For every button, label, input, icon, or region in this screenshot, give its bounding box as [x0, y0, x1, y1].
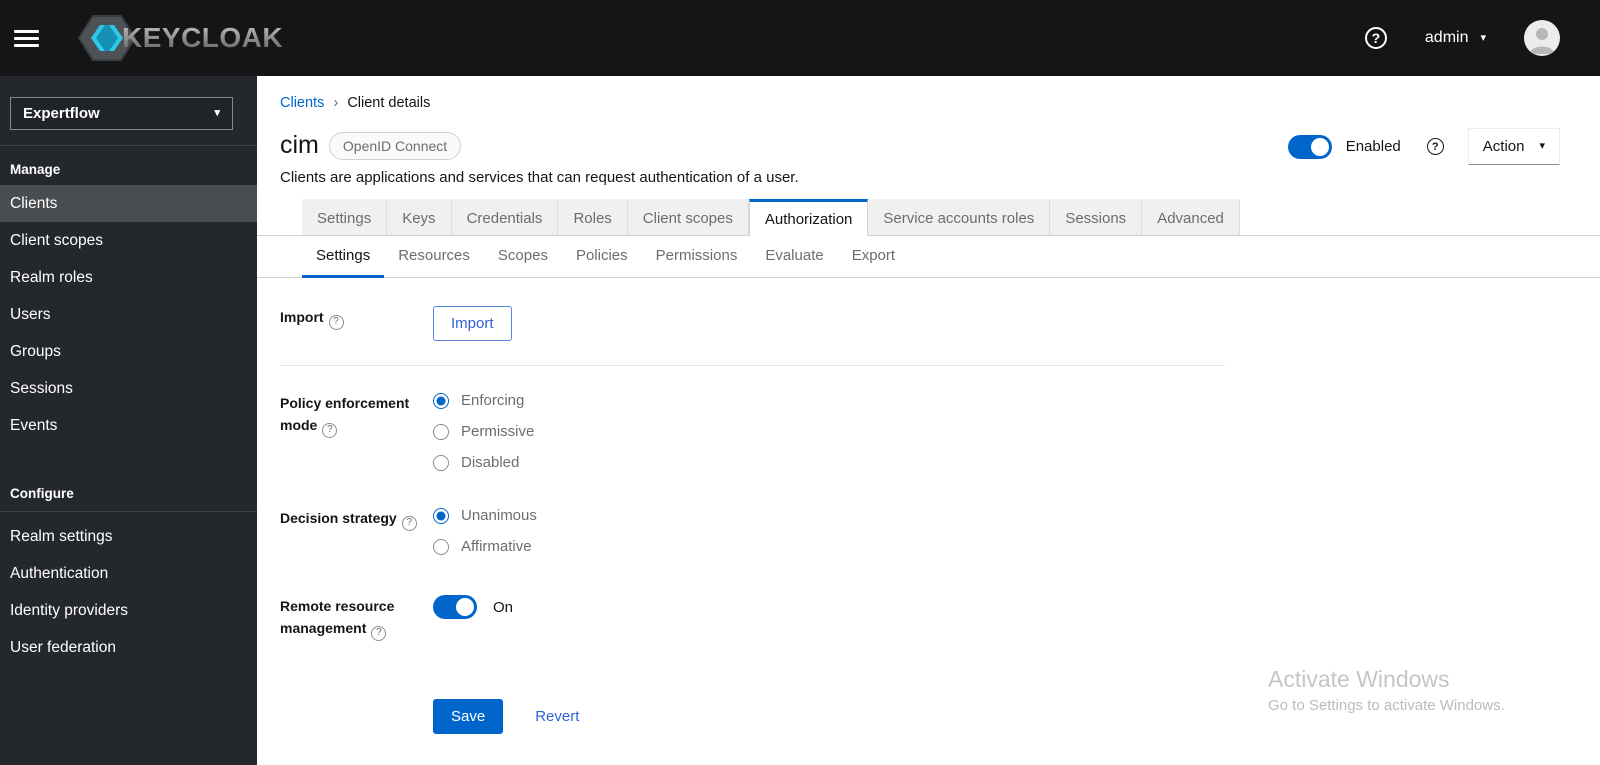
enabled-toggle[interactable] — [1287, 134, 1332, 159]
page-title: cim — [280, 131, 319, 159]
sidebar-section-manage: Manage — [10, 162, 61, 177]
sidebar-item-authentication[interactable]: Authentication — [0, 555, 257, 592]
policy-enforcement-mode-label: Policy enforcement mode? — [280, 392, 433, 471]
page-description: Clients are applications and services th… — [280, 169, 799, 186]
hamburger-menu-icon[interactable] — [14, 18, 54, 58]
import-row: Import? Import — [280, 306, 1225, 341]
tab-client-scopes[interactable]: Client scopes — [627, 199, 749, 235]
breadcrumb-current: Client details — [347, 94, 431, 111]
radio-affirmative[interactable]: Affirmative — [433, 538, 1225, 555]
import-button[interactable]: Import — [433, 306, 512, 341]
remote-resource-help-icon[interactable]: ? — [371, 625, 387, 641]
breadcrumb-clients-link[interactable]: Clients — [280, 95, 324, 111]
tab-sessions[interactable]: Sessions — [1050, 199, 1143, 235]
subtab-resources[interactable]: Resources — [384, 236, 484, 278]
tab-authorization[interactable]: Authorization — [748, 199, 869, 236]
enabled-label: Enabled — [1345, 138, 1401, 155]
subtab-policies[interactable]: Policies — [562, 236, 642, 278]
remote-resource-management-label: Remote resource management? — [280, 595, 433, 641]
action-dropdown[interactable]: Action ▾ — [1467, 128, 1560, 165]
tab-credentials[interactable]: Credentials — [451, 199, 559, 235]
decision-strategy-row: Decision strategy? Unanimous Affirmative — [280, 507, 1225, 555]
tab-service-accounts-roles[interactable]: Service accounts roles — [868, 199, 1051, 235]
save-button[interactable]: Save — [433, 698, 504, 734]
radio-button-icon — [433, 507, 449, 524]
realm-selector[interactable]: Expertflow ▾ — [10, 97, 233, 130]
avatar[interactable] — [1524, 20, 1560, 56]
sidebar-item-user-federation[interactable]: User federation — [0, 629, 257, 666]
subtab-evaluate[interactable]: Evaluate — [751, 236, 837, 278]
decision-strategy-label: Decision strategy? — [280, 507, 433, 555]
radio-enforcing[interactable]: Enforcing — [433, 392, 1225, 409]
tab-settings[interactable]: Settings — [302, 199, 388, 235]
form-divider — [280, 365, 1225, 366]
decision-strategy-help-icon[interactable]: ? — [401, 515, 417, 531]
tab-roles[interactable]: Roles — [558, 199, 628, 235]
form-actions: Save Revert — [280, 698, 1225, 734]
radio-button-icon — [433, 392, 449, 409]
import-help-icon[interactable]: ? — [328, 314, 344, 330]
authorization-settings-form: Import? Import Policy enforcement mode? … — [280, 306, 1225, 734]
main-content: Clients › Client details cim OpenID Conn… — [257, 76, 1600, 765]
subtab-scopes[interactable]: Scopes — [484, 236, 562, 278]
subtab-settings[interactable]: Settings — [302, 236, 385, 278]
person-icon — [1530, 28, 1554, 54]
revert-button[interactable]: Revert — [535, 708, 579, 725]
windows-activation-watermark: Activate Windows Go to Settings to activ… — [1268, 666, 1505, 714]
sidebar-item-client-scopes[interactable]: Client scopes — [0, 222, 257, 259]
remote-resource-management-row: Remote resource management? On — [280, 595, 1225, 641]
radio-button-icon — [433, 454, 449, 471]
breadcrumb: Clients › Client details — [257, 76, 1600, 111]
header-actions: Enabled ? Action ▾ — [1287, 128, 1560, 165]
chevron-down-icon: ▾ — [214, 107, 220, 119]
sidebar-item-realm-roles[interactable]: Realm roles — [0, 259, 257, 296]
brand-text: KEYCLOAK — [122, 22, 284, 53]
client-tabs: Settings Keys Credentials Roles Client s… — [257, 199, 1600, 236]
chevron-down-icon: ▾ — [1480, 31, 1486, 44]
import-label: Import? — [280, 306, 433, 341]
sidebar-item-clients[interactable]: Clients — [0, 185, 257, 222]
keycloak-logo: KEYCLOAK — [78, 12, 283, 64]
remote-resource-toggle[interactable] — [433, 595, 477, 619]
authorization-subtabs: Settings Resources Scopes Policies Permi… — [257, 236, 1600, 278]
user-menu[interactable]: admin ▾ — [1425, 29, 1486, 47]
sidebar-item-realm-settings[interactable]: Realm settings — [0, 518, 257, 555]
subtab-export[interactable]: Export — [838, 236, 909, 278]
chevron-down-icon: ▾ — [1539, 140, 1545, 152]
policy-enforcement-mode-row: Policy enforcement mode? Enforcing Permi… — [280, 392, 1225, 471]
tab-keys[interactable]: Keys — [387, 199, 452, 235]
sidebar-item-identity-providers[interactable]: Identity providers — [0, 592, 257, 629]
help-icon[interactable]: ? — [1364, 27, 1387, 49]
watermark-subtitle: Go to Settings to activate Windows. — [1268, 697, 1505, 714]
radio-unanimous[interactable]: Unanimous — [433, 507, 1225, 524]
top-navigation-bar: KEYCLOAK ? admin ▾ — [0, 0, 1600, 76]
protocol-badge: OpenID Connect — [328, 131, 462, 160]
action-dropdown-label: Action — [1482, 138, 1525, 155]
radio-permissive[interactable]: Permissive — [433, 423, 1225, 440]
radio-button-icon — [433, 538, 449, 555]
radio-button-icon — [433, 423, 449, 440]
tab-advanced[interactable]: Advanced — [1142, 199, 1240, 235]
watermark-title: Activate Windows — [1268, 666, 1450, 692]
sidebar-item-events[interactable]: Events — [0, 407, 257, 444]
policy-enforcement-help-icon[interactable]: ? — [322, 422, 338, 438]
sidebar: Expertflow ▾ Manage Clients Client scope… — [0, 76, 257, 765]
radio-disabled[interactable]: Disabled — [433, 454, 1225, 471]
remote-resource-state: On — [493, 598, 514, 616]
sidebar-item-groups[interactable]: Groups — [0, 333, 257, 370]
sidebar-divider — [0, 511, 257, 512]
sidebar-item-sessions[interactable]: Sessions — [0, 370, 257, 407]
sidebar-item-users[interactable]: Users — [0, 296, 257, 333]
sidebar-section-configure: Configure — [10, 486, 74, 501]
breadcrumb-separator-icon: › — [333, 94, 339, 111]
realm-selector-value: Expertflow — [23, 105, 100, 122]
subtab-permissions[interactable]: Permissions — [642, 236, 752, 278]
enabled-help-icon[interactable]: ? — [1426, 138, 1444, 155]
username-label: admin — [1424, 29, 1469, 46]
